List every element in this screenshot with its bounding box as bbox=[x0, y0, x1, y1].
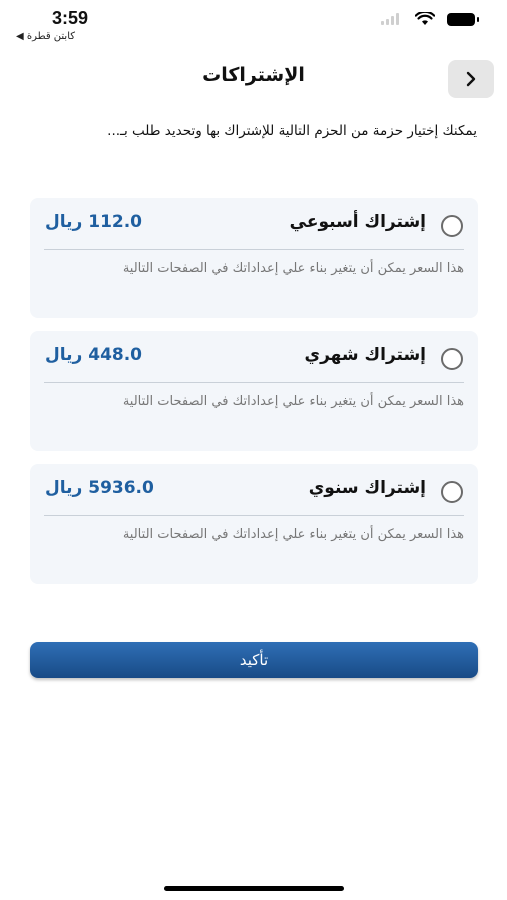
plan-price: 5936.0 ريال bbox=[45, 478, 154, 498]
back-to-app-link[interactable]: ◀ كابتن قطرة bbox=[16, 31, 75, 42]
home-indicator bbox=[164, 886, 344, 891]
plan-card-yearly[interactable]: إشتراك سنوي 5936.0 ريال هذا السعر يمكن أ… bbox=[30, 464, 478, 584]
confirm-button[interactable]: تأكيد bbox=[30, 642, 478, 678]
status-time: 3:59 bbox=[52, 8, 89, 28]
plan-radio-yearly[interactable] bbox=[441, 481, 463, 503]
page-title: الإشتراكات bbox=[202, 64, 305, 86]
plan-name: إشتراك شهري bbox=[304, 345, 426, 365]
plan-name: إشتراك أسبوعي bbox=[289, 212, 426, 232]
plan-radio-monthly[interactable] bbox=[441, 348, 463, 370]
plan-header[interactable]: إشتراك سنوي 5936.0 ريال bbox=[30, 464, 478, 516]
plan-card-weekly[interactable]: إشتراك أسبوعي 112.0 ريال هذا السعر يمكن … bbox=[30, 198, 478, 318]
plan-note: هذا السعر يمكن أن يتغير بناء علي إعدادات… bbox=[122, 394, 464, 409]
plan-price: 448.0 ريال bbox=[45, 345, 143, 365]
divider bbox=[44, 515, 464, 516]
wifi-icon bbox=[415, 12, 435, 25]
divider bbox=[44, 249, 464, 250]
plan-note: هذا السعر يمكن أن يتغير بناء علي إعدادات… bbox=[122, 527, 464, 542]
battery-icon bbox=[447, 12, 479, 26]
status-icons bbox=[381, 12, 479, 26]
signal-icon bbox=[381, 13, 403, 25]
intro-text: يمكنك إختيار حزمة من الحزم التالية للإشت… bbox=[107, 123, 477, 139]
plan-header[interactable]: إشتراك شهري 448.0 ريال bbox=[30, 331, 478, 383]
divider bbox=[44, 382, 464, 383]
plan-radio-weekly[interactable] bbox=[441, 215, 463, 237]
plan-name: إشتراك سنوي bbox=[308, 478, 426, 498]
plan-header[interactable]: إشتراك أسبوعي 112.0 ريال bbox=[30, 198, 478, 250]
plan-price: 112.0 ريال bbox=[45, 212, 143, 232]
plan-card-monthly[interactable]: إشتراك شهري 448.0 ريال هذا السعر يمكن أن… bbox=[30, 331, 478, 451]
plan-note: هذا السعر يمكن أن يتغير بناء علي إعدادات… bbox=[122, 261, 464, 276]
